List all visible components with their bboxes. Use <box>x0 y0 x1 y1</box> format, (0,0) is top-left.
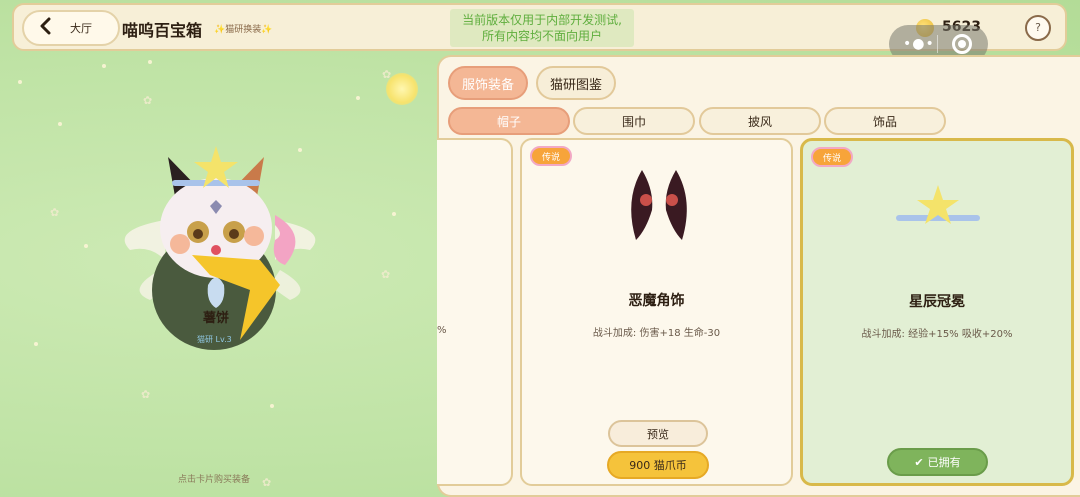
tab-catalog[interactable]: 猫研图鉴 <box>536 66 616 100</box>
card-stat-fragment: % <box>437 325 447 336</box>
demon-horns-icon <box>631 170 687 240</box>
capsule-divider <box>937 35 938 53</box>
subtab-cape[interactable]: 披风 <box>699 107 821 135</box>
card-stat: 战斗加成: 经验+15% 吸收+20% <box>861 329 1013 340</box>
back-button-label: 大厅 <box>70 22 92 35</box>
subtab-accessory[interactable]: 饰品 <box>824 107 946 135</box>
purchase-hint: 点击卡片购买装备 <box>178 475 251 485</box>
sun-icon <box>386 73 418 105</box>
owned-label: 已拥有 <box>927 456 961 469</box>
more-dots-icon[interactable]: •●• <box>903 36 935 52</box>
preview-button[interactable]: 预览 <box>608 420 708 447</box>
equipment-card-star-crown[interactable]: 传说 星辰冠冕 战斗加成: 经验+15% 吸收+20% ✔ 已拥有 <box>800 138 1074 486</box>
character-name: 薯饼 <box>202 311 229 326</box>
cat-illustration <box>124 146 316 350</box>
tab-outfit[interactable]: 服饰装备 <box>448 66 528 100</box>
check-icon: ✔ <box>914 455 924 469</box>
chevron-left-icon <box>38 17 52 39</box>
card-stat: 战斗加成: 伤害+18 生命-30 <box>592 328 721 339</box>
equipment-card-partial[interactable]: % <box>437 138 513 486</box>
rarity-badge: 传说 <box>530 146 573 166</box>
page-subtitle: ✨猫研换装✨ <box>214 25 273 35</box>
card-title: 恶魔角饰 <box>628 293 685 309</box>
buy-button[interactable]: 900 猫爪币 <box>607 451 709 479</box>
subtab-scarf[interactable]: 围巾 <box>573 107 695 135</box>
rarity-badge: 传说 <box>811 147 854 167</box>
page-title: 喵呜百宝箱 <box>122 21 203 40</box>
card-title: 星辰冠冕 <box>909 294 965 310</box>
target-ring-icon[interactable] <box>952 34 972 54</box>
equipment-card-demon-horns[interactable]: 传说 恶魔角饰 战斗加成: 伤害+18 生命-30 预览 900 猫爪币 <box>520 138 793 486</box>
subtab-hat[interactable]: 帽子 <box>448 107 570 135</box>
dev-notice-text: 当前版本仅用于内部开发测试, 所有内容均不面向用户 <box>462 13 622 43</box>
star-crown-icon <box>896 185 980 224</box>
help-button[interactable]: ? <box>1025 15 1051 41</box>
character-level: 猫研 Lv.3 <box>197 335 232 344</box>
owned-button: ✔ 已拥有 <box>887 448 988 476</box>
cat-character[interactable] <box>110 140 330 360</box>
back-button[interactable]: 大厅 <box>22 10 120 46</box>
dev-notice: 当前版本仅用于内部开发测试, 所有内容均不面向用户 <box>450 9 634 47</box>
